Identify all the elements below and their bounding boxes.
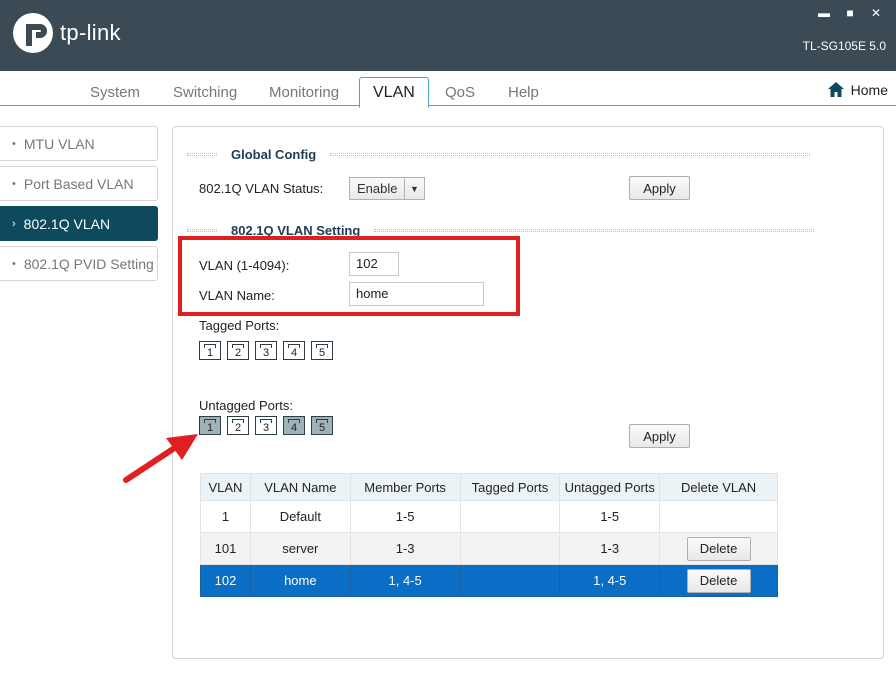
column-header: Untagged Ports (559, 473, 661, 501)
delete-button[interactable]: Delete (686, 536, 751, 561)
divider (187, 153, 217, 156)
delete-button[interactable]: Delete (686, 568, 751, 593)
vlan-id-cell: 102 (200, 564, 251, 597)
device-model: TL-SG105E 5.0 (802, 39, 886, 53)
untagged-port-2[interactable]: 2 (227, 416, 249, 435)
highlight-box (178, 236, 520, 316)
delete-cell: Delete (659, 532, 778, 565)
vlan-id-cell: 101 (200, 532, 251, 565)
vlan-status-select[interactable]: Enable ▼ (349, 177, 425, 200)
tagged-port-4[interactable]: 4 (283, 341, 305, 360)
untagged-ports-cell: 1-5 (559, 500, 661, 533)
divider (330, 153, 811, 156)
untagged-ports-cell: 1, 4-5 (559, 564, 661, 597)
vlan-table: VLAN VLAN Name Member Ports Tagged Ports… (200, 473, 778, 597)
untagged-port-4[interactable]: 4 (283, 416, 305, 435)
tagged-ports-cell (459, 500, 561, 533)
minimize-icon[interactable]: ▬ (818, 6, 830, 20)
sidebar-item-label: 802.1Q VLAN (23, 215, 111, 232)
table-row-selected[interactable]: 102 home 1, 4-5 1, 4-5 Delete (200, 564, 778, 597)
tagged-ports-label: Tagged Ports: (199, 318, 280, 333)
bullet-icon: • (12, 137, 16, 150)
tp-link-logo-icon (12, 12, 54, 54)
home-icon (827, 82, 844, 97)
window-controls: ▬ ■ ✕ (818, 6, 882, 20)
tagged-port-5[interactable]: 5 (311, 341, 333, 360)
sidebar-item-8021q-vlan[interactable]: › 802.1Q VLAN (0, 206, 158, 241)
chevron-right-icon: › (12, 217, 16, 230)
untagged-ports-label: Untagged Ports: (199, 398, 293, 413)
sidebar-item-label: Port Based VLAN (23, 175, 134, 192)
untagged-port-5[interactable]: 5 (311, 416, 333, 435)
divider (187, 229, 217, 232)
divider (374, 229, 815, 232)
sidebar-item-label: 802.1Q PVID Setting (23, 255, 154, 272)
close-icon[interactable]: ✕ (870, 6, 882, 20)
maximize-icon[interactable]: ■ (844, 6, 856, 20)
tagged-ports-cell (459, 564, 561, 597)
column-header: Delete VLAN (659, 473, 778, 501)
sidebar-item-8021q-pvid-setting[interactable]: • 802.1Q PVID Setting (0, 246, 158, 281)
member-ports-cell: 1, 4-5 (349, 564, 461, 597)
tab-system[interactable]: System (90, 84, 140, 101)
vlan-id-cell: 1 (200, 500, 251, 533)
vlan-name-cell: Default (249, 500, 351, 533)
tagged-port-1[interactable]: 1 (199, 341, 221, 360)
untagged-port-1[interactable]: 1 (199, 416, 221, 435)
tab-vlan[interactable]: VLAN (359, 77, 429, 108)
content-panel: Global Config 802.1Q VLAN Status: Enable… (172, 126, 884, 659)
column-header: Member Ports (349, 473, 461, 501)
global-config-header: Global Config (187, 147, 811, 162)
tab-help[interactable]: Help (508, 84, 539, 101)
column-header: VLAN (200, 473, 251, 501)
vlan-status-value: Enable (357, 181, 398, 196)
sidebar-item-label: MTU VLAN (23, 135, 95, 152)
bullet-icon: • (12, 257, 16, 270)
home-link[interactable]: Home (827, 81, 888, 98)
member-ports-cell: 1-3 (349, 532, 461, 565)
vlan-status-label: 802.1Q VLAN Status: (199, 181, 324, 196)
brand-name: tp-link (60, 20, 121, 45)
delete-cell: Delete (659, 564, 778, 597)
title-bar: tp-link ▬ ■ ✕ TL-SG105E 5.0 (0, 0, 896, 71)
sidebar-item-mtu-vlan[interactable]: • MTU VLAN (0, 126, 158, 161)
bullet-icon: • (12, 177, 16, 190)
tp-link-logo: tp-link (12, 12, 121, 54)
vlan-apply-button[interactable]: Apply (629, 424, 690, 448)
column-header: VLAN Name (249, 473, 351, 501)
tab-monitoring[interactable]: Monitoring (269, 84, 339, 101)
global-apply-button[interactable]: Apply (629, 176, 690, 200)
tab-qos[interactable]: QoS (445, 84, 475, 101)
tagged-port-3[interactable]: 3 (255, 341, 277, 360)
vlan-name-cell: home (249, 564, 351, 597)
tab-switching[interactable]: Switching (173, 84, 237, 101)
delete-cell (659, 500, 778, 533)
untagged-ports-cell: 1-3 (559, 532, 661, 565)
home-label: Home (850, 81, 888, 98)
chevron-down-icon: ▼ (404, 178, 424, 199)
column-header: Tagged Ports (459, 473, 561, 501)
tagged-ports-cell (459, 532, 561, 565)
section-title: Global Config (231, 147, 317, 162)
table-header-row: VLAN VLAN Name Member Ports Tagged Ports… (200, 473, 778, 501)
table-row[interactable]: 1 Default 1-5 1-5 (200, 500, 778, 533)
member-ports-cell: 1-5 (349, 500, 461, 533)
sidebar-item-port-based-vlan[interactable]: • Port Based VLAN (0, 166, 158, 201)
vlan-name-cell: server (249, 532, 351, 565)
untagged-port-3[interactable]: 3 (255, 416, 277, 435)
arrow-icon (123, 434, 198, 483)
tagged-port-2[interactable]: 2 (227, 341, 249, 360)
table-row[interactable]: 101 server 1-3 1-3 Delete (200, 532, 778, 565)
main-nav: System Switching Monitoring VLAN QoS Hel… (0, 71, 896, 108)
